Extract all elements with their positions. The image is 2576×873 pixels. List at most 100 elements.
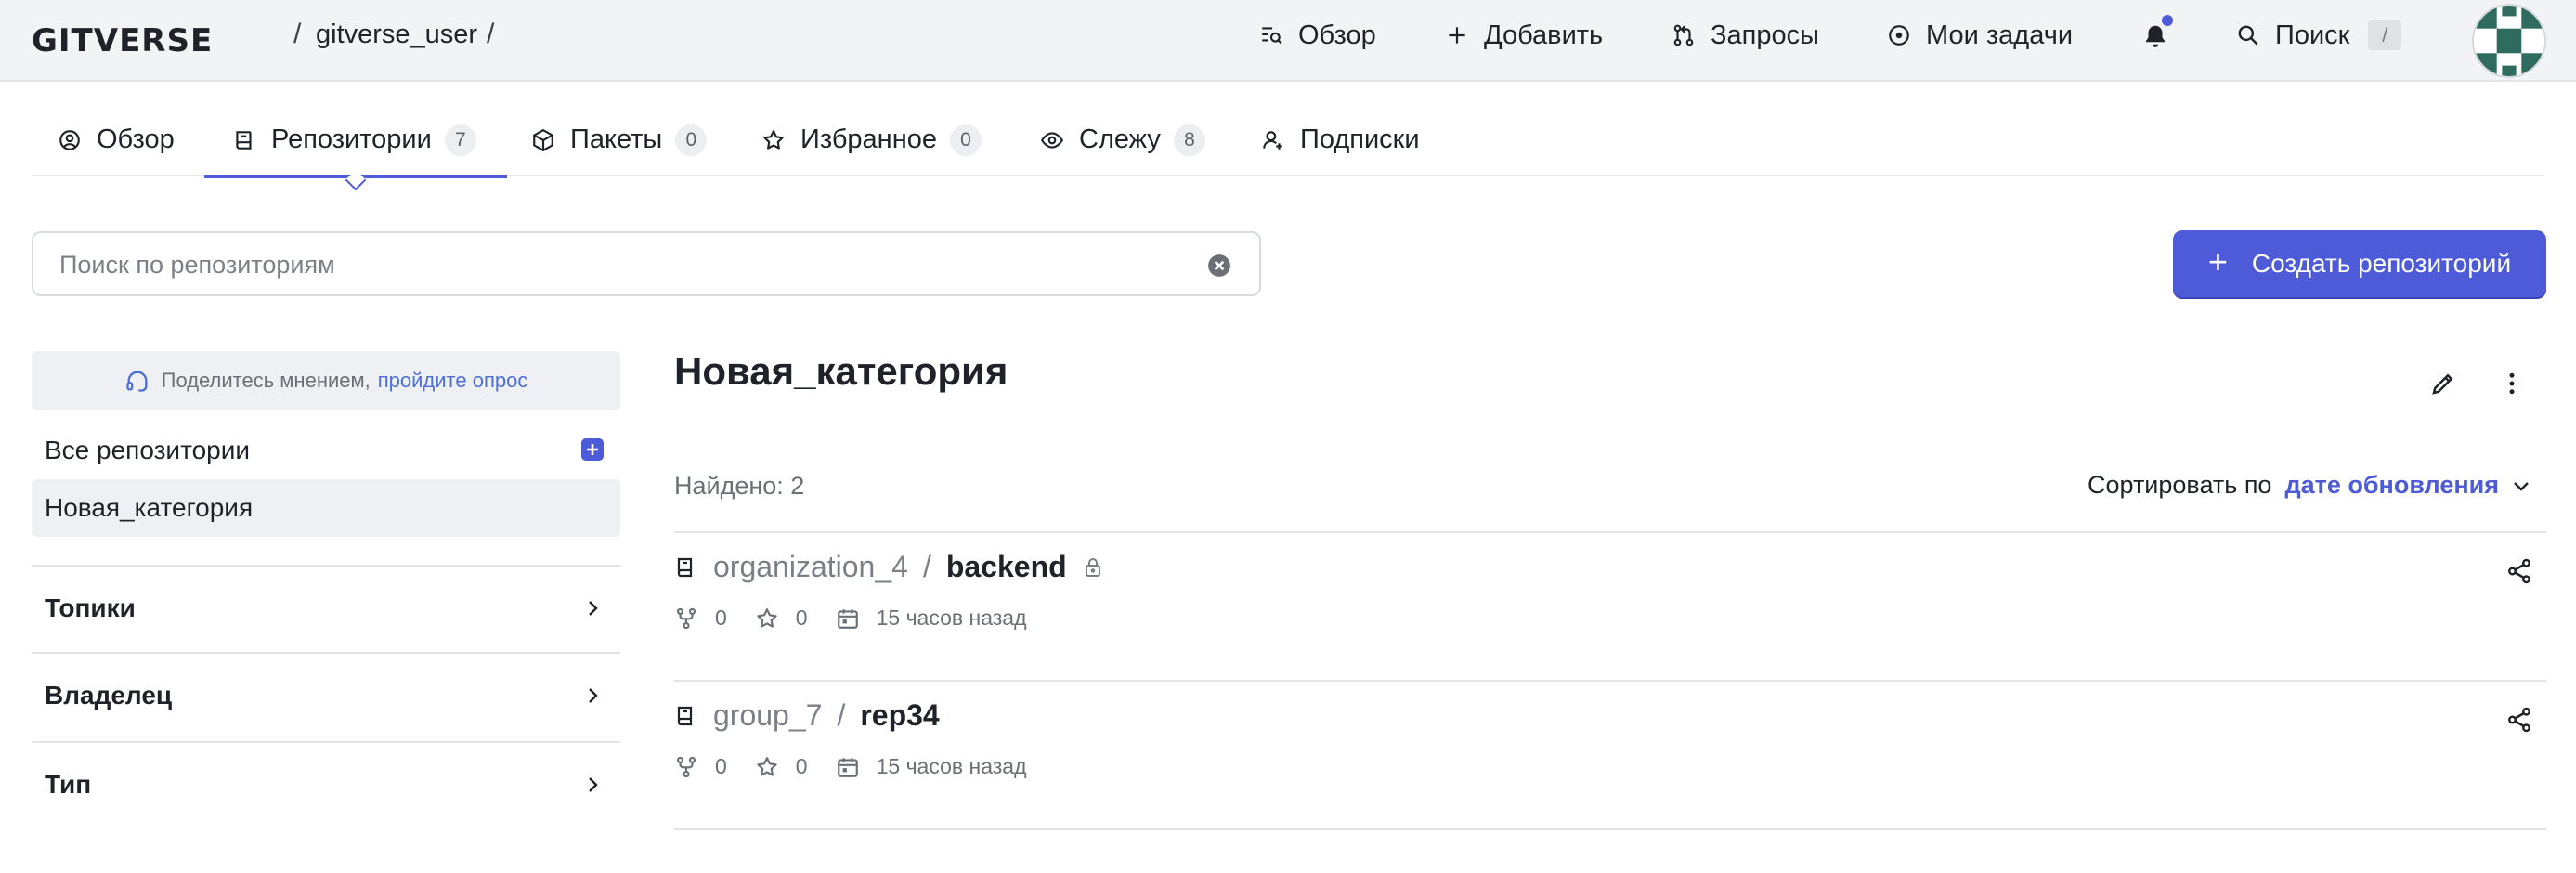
filter-owner[interactable]: Владелец: [32, 654, 620, 737]
eye-icon: [1040, 132, 1064, 149]
clear-icon[interactable]: [1207, 254, 1231, 278]
tab-favorites-count: 0: [949, 124, 982, 156]
more-vertical-icon[interactable]: [2498, 370, 2526, 397]
share-icon[interactable]: [2505, 706, 2533, 734]
tab-packages-count: 0: [675, 124, 708, 156]
profile-tabs: Обзор Репозитории 7 Пакеты 0 Избранное 0…: [32, 119, 2544, 191]
feedback-banner: Поделитесь мнением, пройдите опрос: [32, 351, 620, 410]
plus-icon: [1449, 27, 1465, 44]
filter-topics[interactable]: Топики: [32, 567, 620, 650]
global-search-button[interactable]: Поиск /: [2236, 17, 2402, 54]
repo-owner-link[interactable]: group_7: [713, 698, 822, 733]
results-count: Найдено: 2: [674, 472, 805, 500]
repo-meta: 0 0 15 часов назад: [674, 754, 1027, 779]
star-icon: [757, 607, 777, 628]
package-icon: [533, 128, 553, 152]
tab-repositories-label: Репозитории: [271, 124, 432, 154]
top-bar: GITVERSE / gitverse_user / Обзор Добавит…: [0, 0, 2576, 82]
sort-dropdown[interactable]: Сортировать по дате обновления: [2088, 471, 2532, 500]
book-icon: [236, 131, 252, 150]
divider: [674, 828, 2546, 830]
category-all[interactable]: Все репозитории: [32, 422, 620, 479]
nav-my-tasks-label: Мои задачи: [1926, 20, 2074, 50]
fork-count: 0: [715, 754, 727, 778]
repo-name-row: organization_4 / backend: [674, 550, 1104, 584]
filter-owner-label: Владелец: [45, 681, 173, 710]
sort-value: дате обновления: [2284, 471, 2500, 499]
share-icon[interactable]: [2505, 557, 2533, 585]
add-category-icon[interactable]: [581, 438, 604, 461]
search-doc-icon: [1262, 27, 1282, 45]
avatar[interactable]: [2472, 4, 2546, 78]
nav-my-tasks[interactable]: Мои задачи: [1887, 17, 2073, 54]
book-icon: [677, 706, 693, 725]
chevron-right-icon: [589, 688, 598, 703]
notification-dot: [2162, 15, 2173, 26]
nav-overview[interactable]: Обзор: [1259, 17, 1376, 54]
updated-time: 15 часов назад: [876, 754, 1027, 778]
search-shortcut: /: [2368, 20, 2402, 50]
filter-type-label: Тип: [45, 770, 92, 799]
tab-repositories[interactable]: Репозитории 7: [204, 119, 507, 191]
nav-add-label: Добавить: [1484, 20, 1604, 50]
tab-watching[interactable]: Слежу 8: [1040, 119, 1205, 176]
repo-search: [32, 231, 1261, 296]
feedback-survey-link[interactable]: пройдите опрос: [378, 369, 528, 393]
star-count: 0: [795, 754, 808, 778]
tab-watching-label: Слежу: [1079, 124, 1161, 154]
breadcrumb-separator: /: [293, 19, 302, 49]
calendar-icon: [837, 608, 858, 629]
pencil-icon[interactable]: [2429, 370, 2457, 397]
tab-favorites[interactable]: Избранное 0: [761, 119, 982, 176]
sort-label: Сортировать по: [2088, 471, 2272, 499]
nav-add[interactable]: Добавить: [1445, 17, 1603, 54]
repo-name-link[interactable]: backend: [946, 550, 1067, 584]
fork-icon: [676, 607, 696, 629]
repo-name-link[interactable]: rep34: [860, 698, 939, 733]
chevron-right-icon: [589, 777, 598, 792]
headset-icon: [125, 371, 148, 392]
avatar-image: [2474, 6, 2544, 76]
calendar-icon: [837, 757, 858, 777]
tab-watching-count: 8: [1173, 124, 1205, 156]
fork-icon: [676, 756, 696, 777]
repo-path-separator: /: [922, 550, 931, 583]
repo-owner-link[interactable]: organization_4: [713, 550, 908, 584]
tab-favorites-label: Избранное: [800, 124, 937, 154]
tab-packages-label: Пакеты: [570, 124, 663, 154]
fork-count: 0: [715, 606, 727, 630]
star-count: 0: [795, 606, 808, 630]
search-icon: [2238, 25, 2258, 46]
repo-path-separator: /: [837, 698, 846, 732]
nav-requests-label: Запросы: [1711, 20, 1819, 50]
user-plus-icon: [1263, 131, 1282, 150]
pull-request-icon: [1673, 24, 1694, 46]
tab-subscriptions[interactable]: Подписки: [1261, 119, 1420, 176]
page-title: Новая_категория: [674, 349, 1008, 393]
bell-icon[interactable]: [2141, 22, 2169, 50]
chevron-right-icon: [589, 601, 598, 616]
tab-subscriptions-label: Подписки: [1300, 124, 1420, 154]
tab-overview[interactable]: Обзор: [58, 119, 175, 176]
create-repository-button[interactable]: + Создать репозиторий: [2173, 230, 2546, 297]
user-circle-icon: [59, 130, 80, 150]
gitverse-logo[interactable]: GITVERSE: [32, 22, 213, 59]
category-new-label: Новая_категория: [45, 493, 254, 522]
active-tab-caret: [345, 169, 367, 191]
global-search-label: Поиск: [2275, 20, 2350, 50]
category-all-label: Все репозитории: [45, 436, 251, 464]
repo-name-row: group_7 / rep34: [674, 698, 940, 733]
updated-time: 15 часов назад: [876, 606, 1027, 630]
star-icon: [757, 756, 777, 776]
category-new[interactable]: Новая_категория: [32, 479, 620, 537]
create-repository-label: Создать репозиторий: [2251, 249, 2512, 278]
tab-packages[interactable]: Пакеты 0: [531, 119, 708, 176]
breadcrumb-user[interactable]: gitverse_user: [316, 20, 477, 50]
list-item: organization_4 / backend 0 0 15 часов на…: [674, 533, 2546, 680]
nav-requests[interactable]: Запросы: [1672, 17, 1819, 54]
plus-icon: +: [2207, 242, 2228, 280]
filter-topics-label: Топики: [45, 593, 136, 622]
repo-search-input[interactable]: [59, 244, 1174, 285]
star-icon: [763, 130, 784, 150]
filter-type[interactable]: Тип: [32, 743, 620, 827]
